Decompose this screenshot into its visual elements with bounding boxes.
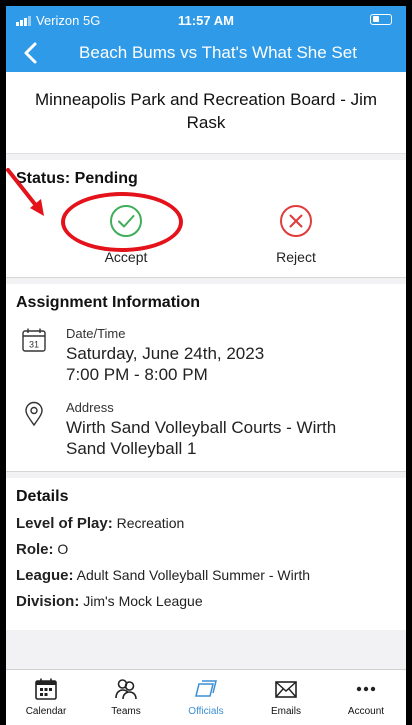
datetime-row: 31 Date/Time Saturday, June 24th, 2023 7… xyxy=(20,326,264,385)
status-card: Status: Pending Accept Reject xyxy=(6,160,406,278)
tab-officials[interactable]: Officials xyxy=(166,670,246,725)
league-label: League: xyxy=(16,567,74,584)
status-bar: Verizon 5G 11:57 AM xyxy=(6,6,406,34)
tab-calendar[interactable]: Calendar xyxy=(6,670,86,725)
tab-label: Calendar xyxy=(25,706,67,717)
tab-label: Account xyxy=(347,706,385,717)
level-label: Level of Play: xyxy=(16,515,113,532)
back-chevron-icon[interactable] xyxy=(20,41,42,65)
division-label: Division: xyxy=(16,593,80,610)
x-circle-icon xyxy=(280,205,312,237)
organization-card: Minneapolis Park and Recreation Board - … xyxy=(6,72,406,154)
datetime-label: Date/Time xyxy=(66,326,126,341)
date-value: Saturday, June 24th, 2023 xyxy=(66,344,265,363)
division-row: Division: Jim's Mock League xyxy=(16,593,396,610)
location-pin-icon xyxy=(25,401,43,427)
role-value: O xyxy=(57,541,69,557)
phone-screen: Verizon 5G 11:57 AM Beach Bums vs That's… xyxy=(6,6,406,725)
nav-bar: Beach Bums vs That's What She Set xyxy=(6,34,406,72)
time-value: 7:00 PM - 8:00 PM xyxy=(66,365,208,384)
details-title: Details xyxy=(16,488,69,505)
nav-title: Beach Bums vs That's What She Set xyxy=(79,43,357,62)
reject-button[interactable]: Reject xyxy=(236,204,356,265)
tab-label: Emails xyxy=(270,706,301,717)
assignment-card: Assignment Information 31 Date/Time Satu… xyxy=(6,284,406,472)
league-row: League: Adult Sand Volleyball Summer - W… xyxy=(16,567,396,584)
teams-icon xyxy=(115,679,137,700)
calendar-icon: 31 xyxy=(22,328,46,352)
tab-label: Teams xyxy=(111,706,141,717)
calendar-icon xyxy=(35,678,57,700)
tab-label: Officials xyxy=(188,706,224,717)
details-card: Details Level of Play: Recreation Role: … xyxy=(6,478,406,630)
calendar-day: 31 xyxy=(29,340,39,350)
tab-teams[interactable]: Teams xyxy=(86,670,166,725)
assignment-title: Assignment Information xyxy=(16,294,201,311)
organization-name: Minneapolis Park and Recreation Board - … xyxy=(34,90,378,132)
role-label: Role: xyxy=(16,541,54,558)
address-label: Address xyxy=(66,400,114,415)
level-row: Level of Play: Recreation xyxy=(16,515,396,532)
email-icon xyxy=(275,681,297,698)
role-row: Role: O xyxy=(16,541,396,558)
status-time: 11:57 AM xyxy=(178,13,234,28)
annotation-arrow xyxy=(6,168,44,216)
tab-account[interactable]: Account xyxy=(326,670,406,725)
tab-bar: Calendar Teams Officials Emails Account xyxy=(6,669,406,725)
annotation-circle xyxy=(61,192,183,252)
tab-emails[interactable]: Emails xyxy=(246,670,326,725)
more-icon xyxy=(356,686,376,692)
battery-icon xyxy=(370,14,392,25)
league-value: Adult Sand Volleyball Summer - Wirth xyxy=(76,567,311,583)
division-value: Jim's Mock League xyxy=(83,593,203,609)
level-value: Recreation xyxy=(116,515,185,531)
address-row: Address Wirth Sand Volleyball Courts - W… xyxy=(20,400,356,459)
officials-icon xyxy=(195,680,217,697)
address-value: Wirth Sand Volleyball Courts - Wirth San… xyxy=(66,418,337,458)
reject-label: Reject xyxy=(276,249,316,265)
